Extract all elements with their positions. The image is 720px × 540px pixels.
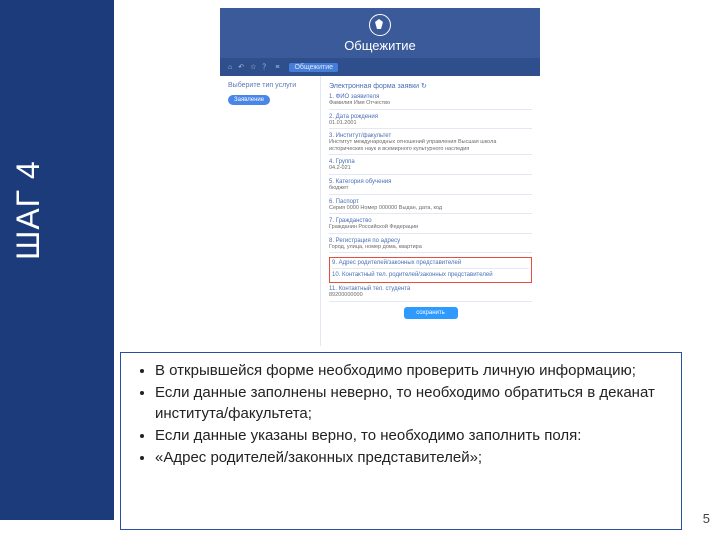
list-item: В открывшейся форме необходимо проверить… xyxy=(155,361,667,381)
application-form-panel: Электронная форма заявки ↻ 1. ФИО заявит… xyxy=(320,76,540,346)
field-value: Фамилия Имя Отчество xyxy=(329,100,532,107)
field-passport: 6. Паспорт Серия 0000 Номер 000000 Выдан… xyxy=(329,199,532,215)
app-toolbar: ⌂ ↶ ☆ ？ ≡ Общежитие xyxy=(220,58,540,76)
field-value: 01.01.2001 xyxy=(329,120,532,127)
field-fullname: 1. ФИО заявителя Фамилия Имя Отчество xyxy=(329,94,532,110)
field-value: 89200000000 xyxy=(329,292,532,299)
service-type-panel: Выберите тип услуги Заявление xyxy=(220,76,320,346)
star-icon[interactable]: ☆ xyxy=(250,63,256,71)
field-citizenship: 7. Гражданство Гражданин Российской Феде… xyxy=(329,218,532,234)
menu-icon[interactable]: ≡ xyxy=(275,64,279,71)
required-fields-highlight: 9. Адрес родителей/законных представител… xyxy=(329,257,532,283)
field-value: бюджет xyxy=(329,185,532,192)
field-student-phone: 11. Контактный тел. студента 89200000000 xyxy=(329,286,532,302)
field-value: Гражданин Российской Федерации xyxy=(329,224,532,231)
field-parents-phone[interactable]: 10. Контактный тел. родителей/законных п… xyxy=(332,272,529,280)
field-label: 10. Контактный тел. родителей/законных п… xyxy=(332,272,529,278)
service-tag-application[interactable]: Заявление xyxy=(228,95,270,105)
tab-dormitory[interactable]: Общежитие xyxy=(289,63,338,72)
slide-sidebar: ШАГ 4 xyxy=(0,0,114,520)
instructions-list: В открывшейся форме необходимо проверить… xyxy=(135,361,667,468)
app-screenshot: Общежитие ⌂ ↶ ☆ ？ ≡ Общежитие Выберите т… xyxy=(220,8,540,346)
help-icon[interactable]: ？ xyxy=(262,62,269,72)
field-parents-address[interactable]: 9. Адрес родителей/законных представител… xyxy=(332,260,529,269)
back-icon[interactable]: ↶ xyxy=(238,63,244,71)
list-item: «Адрес родителей/законных представителей… xyxy=(155,448,667,468)
field-value: Институт международных отношений управле… xyxy=(329,139,532,152)
field-label: 9. Адрес родителей/законных представител… xyxy=(332,260,529,266)
university-logo-icon xyxy=(369,14,391,36)
app-header: Общежитие xyxy=(220,8,540,58)
field-registration: 8. Регистрация по адресу Город, улица, н… xyxy=(329,238,532,254)
field-category: 5. Категория обучения бюджет xyxy=(329,179,532,195)
instructions-box: В открывшейся форме необходимо проверить… xyxy=(120,352,682,530)
field-institute: 3. Институт/факультет Институт междунаро… xyxy=(329,133,532,155)
list-item: Если данные указаны верно, то необходимо… xyxy=(155,426,667,446)
field-value: 04.2-021 xyxy=(329,165,532,172)
app-body: Выберите тип услуги Заявление Электронна… xyxy=(220,76,540,346)
field-value: Город, улица, номер дома, квартира xyxy=(329,244,532,251)
form-title: Электронная форма заявки ↻ xyxy=(329,82,532,90)
field-birthdate: 2. Дата рождения 01.01.2001 xyxy=(329,114,532,130)
list-item: Если данные заполнены неверно, то необхо… xyxy=(155,383,667,424)
field-group: 4. Группа 04.2-021 xyxy=(329,159,532,175)
step-label: ШАГ 4 xyxy=(10,160,47,260)
page-number: 5 xyxy=(703,511,710,526)
field-value: Серия 0000 Номер 000000 Выдан, дата, код xyxy=(329,205,532,212)
save-button[interactable]: сохранить xyxy=(404,307,458,319)
home-icon[interactable]: ⌂ xyxy=(228,64,232,71)
service-type-title: Выберите тип услуги xyxy=(228,82,312,89)
app-title: Общежитие xyxy=(220,38,540,53)
